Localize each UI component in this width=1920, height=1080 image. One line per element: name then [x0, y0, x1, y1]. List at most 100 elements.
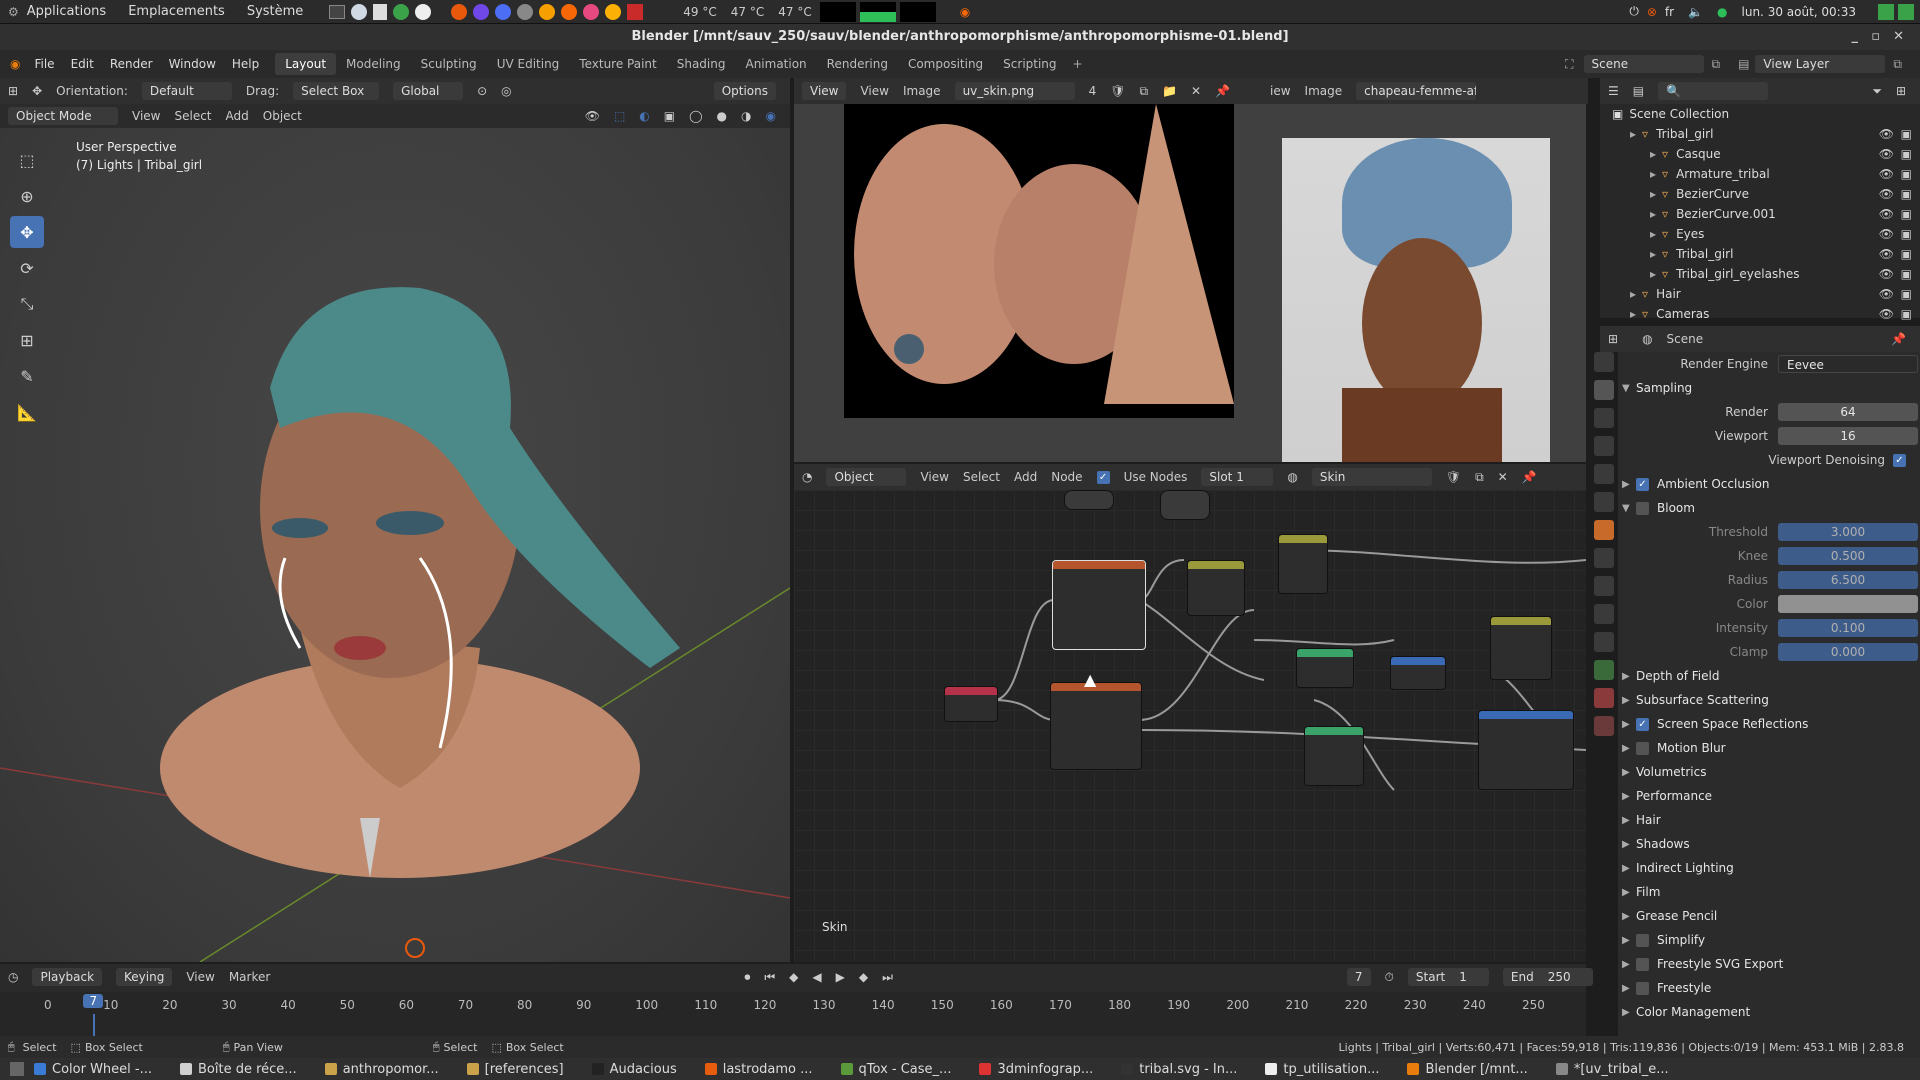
physics-props-icon[interactable] — [1594, 604, 1614, 624]
measure-tool-icon[interactable]: 📐 — [10, 396, 44, 428]
menu-edit[interactable]: Edit — [71, 57, 94, 71]
xray-icon[interactable]: ▣ — [664, 109, 675, 123]
viewport-menu-select[interactable]: Select — [174, 109, 211, 123]
visibility-eye-icon[interactable]: 👁 — [1879, 147, 1894, 161]
visibility-eye-icon[interactable]: 👁 — [1879, 247, 1894, 261]
bloom-field-value[interactable]: 3.000 — [1778, 523, 1918, 541]
node-menu-view[interactable]: View — [920, 470, 948, 484]
blender-launch-icon[interactable] — [561, 3, 578, 20]
cursor-tool-icon[interactable]: ⊕ — [10, 180, 44, 212]
prev-key-icon[interactable]: ◆ — [789, 970, 798, 984]
outliner-item[interactable]: ▸ ▿ Casque 👁 ▣ — [1600, 144, 1920, 164]
shading-solid-icon[interactable]: ● — [717, 109, 727, 123]
ref-image-selector[interactable]: chapeau-femme-afri... — [1356, 82, 1477, 100]
expand-icon[interactable]: ▸ — [1650, 187, 1656, 201]
power-icon[interactable]: ⏻ — [1629, 4, 1639, 19]
properties-type-icon[interactable]: ⊞ — [1608, 332, 1618, 346]
render-section-panel[interactable]: ▶ Simplify — [1618, 928, 1920, 952]
filezilla-icon[interactable] — [627, 3, 644, 20]
section-checkbox[interactable]: ✓ — [1636, 717, 1649, 731]
keyboard-layout[interactable]: fr — [1665, 5, 1674, 19]
timeline-type-icon[interactable]: ◷ — [8, 970, 18, 984]
outliner-item[interactable]: ▸ ▿ BezierCurve 👁 ▣ — [1600, 184, 1920, 204]
bloom-field-value[interactable]: 6.500 — [1778, 571, 1918, 589]
firefox-dev-icon[interactable] — [473, 3, 490, 20]
menu-system[interactable]: Système — [247, 4, 303, 19]
section-checkbox[interactable] — [1636, 933, 1649, 947]
new-collection-icon[interactable]: ⊞ — [1896, 84, 1906, 98]
options-dropdown[interactable]: Options — [713, 82, 776, 100]
unlink-image-icon[interactable]: ✕ — [1191, 84, 1201, 98]
outliner-item[interactable]: ▸ ▿ Tribal_girl 👁 ▣ — [1600, 124, 1920, 144]
render-props-icon[interactable] — [1594, 380, 1614, 400]
keying-menu[interactable]: Keying — [116, 968, 173, 986]
annotate-tool-icon[interactable]: ✎ — [10, 360, 44, 392]
transform-orientation-dropdown[interactable]: Global — [393, 82, 464, 100]
outliner-item[interactable]: ▸ ▿ Tribal_girl 👁 ▣ — [1600, 244, 1920, 264]
section-checkbox[interactable] — [1636, 981, 1649, 995]
expand-icon[interactable]: ▸ — [1630, 127, 1636, 141]
tab-shading[interactable]: Shading — [667, 53, 736, 75]
visibility-eye-icon[interactable]: 👁 — [1879, 227, 1894, 241]
user-icon[interactable] — [1898, 3, 1914, 20]
mix-rgb-node[interactable] — [1278, 534, 1328, 594]
render-samples-field[interactable]: 64 — [1778, 403, 1918, 421]
render-section-panel[interactable]: ▶ Grease Pencil — [1618, 904, 1920, 928]
world-props-icon[interactable] — [1594, 492, 1614, 512]
add-workspace-icon[interactable]: + — [1073, 57, 1083, 71]
use-nodes-checkbox[interactable]: ✓ — [1096, 470, 1110, 484]
terminal-icon[interactable] — [329, 4, 346, 19]
3d-viewport[interactable]: User Perspective (7) Lights | Tribal_gir… — [0, 128, 790, 962]
playback-menu[interactable]: Playback — [32, 968, 103, 986]
drag-dropdown[interactable]: Select Box — [293, 82, 380, 100]
play-icon[interactable]: ▶ — [836, 970, 845, 984]
tab-sculpting[interactable]: Sculpting — [411, 53, 487, 75]
ref-menu-image[interactable]: Image — [1305, 84, 1343, 98]
visibility-eye-icon[interactable]: 👁 — [1879, 287, 1894, 301]
tab-animation[interactable]: Animation — [735, 53, 816, 75]
viewport-denoising-checkbox[interactable]: ✓ — [1893, 453, 1906, 467]
taskbar-item[interactable]: Blender [/mnt... — [1407, 1062, 1528, 1077]
taskbar-item[interactable]: anthropomor... — [324, 1062, 439, 1077]
shader-to-rgb-node[interactable] — [1390, 656, 1446, 690]
chromium-icon[interactable] — [495, 3, 512, 20]
bloom-checkbox[interactable] — [1636, 501, 1649, 515]
uv-editor-type[interactable]: View — [802, 82, 847, 100]
render-section-panel[interactable]: ▶ Motion Blur — [1618, 736, 1920, 760]
menu-help[interactable]: Help — [232, 57, 259, 71]
uv-menu-image[interactable]: Image — [903, 84, 941, 98]
pin-icon[interactable]: 📌 — [1215, 84, 1230, 98]
apps-icon[interactable]: ⚙ — [8, 5, 19, 19]
render-section-panel[interactable]: ▶ Indirect Lighting — [1618, 856, 1920, 880]
texture-props-icon[interactable] — [1594, 716, 1614, 736]
constraints-props-icon[interactable] — [1594, 632, 1614, 652]
outliner-search[interactable]: 🔍 — [1658, 82, 1769, 100]
workspace-switch-icon[interactable] — [1878, 3, 1894, 20]
shading-rendered-icon[interactable]: ◉ — [766, 109, 776, 123]
menu-applications[interactable]: Applications — [27, 4, 106, 19]
scale-tool-icon[interactable]: ⤡ — [10, 288, 44, 320]
color-ramp-node[interactable] — [1478, 710, 1574, 790]
menu-window[interactable]: Window — [169, 57, 216, 71]
gimp-icon[interactable] — [517, 3, 534, 20]
firefox-icon[interactable] — [451, 3, 468, 20]
visibility-icon[interactable]: 👁 — [585, 109, 600, 123]
visibility-eye-icon[interactable]: 👁 — [1879, 207, 1894, 221]
modifier-props-icon[interactable] — [1594, 548, 1614, 568]
bloom-field-value[interactable]: 0.000 — [1778, 643, 1918, 661]
3d-cursor[interactable] — [405, 938, 425, 958]
render-section-panel[interactable]: ▶ ✓ Screen Space Reflections — [1618, 712, 1920, 736]
render-section-panel[interactable]: ▶ Film — [1618, 880, 1920, 904]
filter-icon[interactable]: ⏷ — [1872, 84, 1882, 99]
timeline-ruler[interactable]: 0 10 20 30 40 50 60 70 80 90 100 110 120 130 140 150 160… — [0, 992, 1586, 1036]
render-camera-icon[interactable]: ▣ — [1901, 267, 1912, 281]
end-frame-field[interactable]: End 250 — [1502, 968, 1593, 986]
node-editor-canvas[interactable]: ▲ Skin — [794, 490, 1586, 962]
minimize-button[interactable]: _ — [1852, 24, 1859, 50]
move-tool-icon[interactable]: ✥ — [10, 216, 44, 248]
render-camera-icon[interactable]: ▣ — [1901, 287, 1912, 301]
expand-icon[interactable]: ▸ — [1650, 147, 1656, 161]
node-menu-node[interactable]: Node — [1051, 470, 1082, 484]
current-frame-field[interactable]: 7 — [1346, 968, 1371, 986]
preview-range-icon[interactable]: ⏱ — [1385, 970, 1394, 985]
